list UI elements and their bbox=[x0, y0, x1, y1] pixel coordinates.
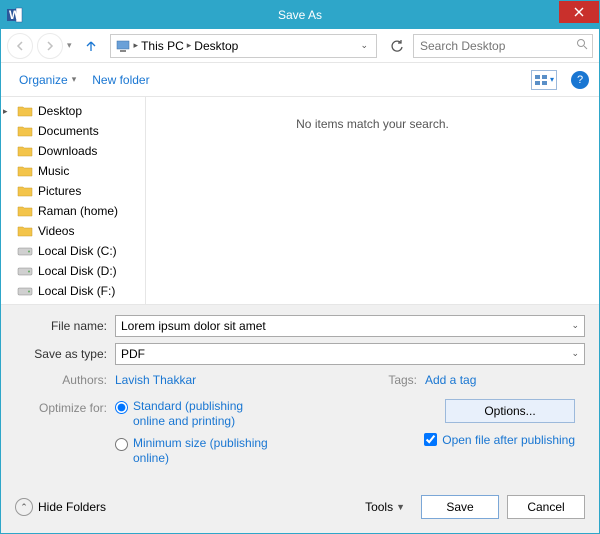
authors-value[interactable]: Lavish Thakkar bbox=[115, 373, 196, 387]
tree-item-label: Pictures bbox=[38, 184, 81, 198]
disk-icon bbox=[17, 263, 33, 279]
tree-item-desktop[interactable]: ▸ Desktop bbox=[1, 101, 145, 121]
tags-label: Tags: bbox=[385, 373, 425, 387]
folder-icon bbox=[17, 123, 33, 139]
arrow-left-icon bbox=[14, 40, 26, 52]
forward-button[interactable] bbox=[37, 33, 63, 59]
chevron-up-icon: ⌃ bbox=[15, 498, 33, 516]
tree-item-label: Local Disk (C:) bbox=[38, 244, 117, 258]
breadcrumb-leaf[interactable]: Desktop bbox=[194, 39, 238, 53]
history-dropdown[interactable]: ▾ bbox=[67, 40, 72, 51]
tree-item-label: Desktop bbox=[38, 104, 82, 118]
breadcrumb-dropdown-icon[interactable]: ⌄ bbox=[356, 40, 372, 51]
breadcrumb-sep-icon: ▸ bbox=[187, 40, 192, 51]
folder-tree[interactable]: ▸ Desktop Documents Downloads Music Pictures R… bbox=[1, 97, 146, 304]
tree-item-label: Local Disk (D:) bbox=[38, 264, 117, 278]
svg-text:W: W bbox=[9, 8, 21, 22]
save-as-dialog: W Save As ▾ ▸ This PC ▸ Desktop ⌄ bbox=[0, 0, 600, 534]
authors-label: Authors: bbox=[15, 373, 115, 387]
toolbar: Organize▾ New folder ▾ ? bbox=[1, 63, 599, 97]
close-icon bbox=[574, 7, 584, 17]
window-title: Save As bbox=[1, 8, 599, 22]
chevron-down-icon[interactable]: ⌄ bbox=[571, 348, 579, 359]
cancel-button[interactable]: Cancel bbox=[507, 495, 585, 519]
body: ▸ Desktop Documents Downloads Music Pictures R… bbox=[1, 97, 599, 304]
tree-item-label: Documents bbox=[38, 124, 99, 138]
radio-minimum-input[interactable] bbox=[115, 438, 128, 451]
tree-item-pictures[interactable]: Pictures bbox=[1, 181, 145, 201]
file-list: No items match your search. bbox=[146, 97, 599, 304]
options-button[interactable]: Options... bbox=[445, 399, 575, 423]
folder-icon bbox=[17, 103, 33, 119]
tree-item-downloads[interactable]: Downloads bbox=[1, 141, 145, 161]
footer: ⌃ Hide Folders Tools▼ Save Cancel bbox=[1, 483, 599, 533]
arrow-up-icon bbox=[84, 39, 98, 53]
tree-item-label: Music bbox=[38, 164, 69, 178]
organize-button[interactable]: Organize▾ bbox=[11, 69, 84, 91]
back-button[interactable] bbox=[7, 33, 33, 59]
tree-item-label: Local Disk (F:) bbox=[38, 284, 115, 298]
tree-item-label: Raman (home) bbox=[38, 204, 118, 218]
radio-standard-input[interactable] bbox=[115, 401, 128, 414]
search-box[interactable] bbox=[413, 34, 593, 58]
help-button[interactable]: ? bbox=[571, 71, 589, 89]
disk-icon bbox=[17, 243, 33, 259]
chevron-down-icon: ▼ bbox=[396, 502, 405, 512]
hide-folders-button[interactable]: ⌃ Hide Folders bbox=[15, 498, 106, 516]
folder-icon bbox=[17, 223, 33, 239]
open-after-label[interactable]: Open file after publishing bbox=[442, 433, 575, 447]
filename-label: File name: bbox=[15, 319, 115, 333]
expand-icon[interactable]: ▸ bbox=[3, 106, 8, 117]
tree-item-raman-home-[interactable]: Raman (home) bbox=[1, 201, 145, 221]
tree-item-music[interactable]: Music bbox=[1, 161, 145, 181]
breadcrumb-sep-icon: ▸ bbox=[134, 40, 139, 51]
titlebar: W Save As bbox=[1, 1, 599, 29]
new-folder-button[interactable]: New folder bbox=[84, 69, 157, 91]
tree-item-local-disk-c-[interactable]: Local Disk (C:) bbox=[1, 241, 145, 261]
tags-value[interactable]: Add a tag bbox=[425, 373, 476, 387]
tree-item-local-disk-d-[interactable]: Local Disk (D:) bbox=[1, 261, 145, 281]
word-icon: W bbox=[1, 1, 29, 29]
tree-item-local-disk-f-[interactable]: Local Disk (F:) bbox=[1, 281, 145, 301]
folder-icon bbox=[17, 143, 33, 159]
tree-item-documents[interactable]: Documents bbox=[1, 121, 145, 141]
tools-button[interactable]: Tools▼ bbox=[365, 500, 405, 514]
radio-standard[interactable]: Standard (publishing online and printing… bbox=[115, 399, 395, 430]
tree-item-label: Downloads bbox=[38, 144, 97, 158]
tree-item-videos[interactable]: Videos bbox=[1, 221, 145, 241]
filename-input[interactable]: Lorem ipsum dolor sit amet⌄ bbox=[115, 315, 585, 337]
chevron-down-icon: ▾ bbox=[550, 75, 554, 84]
saveas-type-select[interactable]: PDF⌄ bbox=[115, 343, 585, 365]
breadcrumb-root[interactable]: This PC bbox=[141, 39, 184, 53]
disk-icon bbox=[17, 283, 33, 299]
save-button[interactable]: Save bbox=[421, 495, 499, 519]
optimize-label: Optimize for: bbox=[15, 399, 115, 473]
folder-icon bbox=[17, 183, 33, 199]
view-mode-button[interactable]: ▾ bbox=[531, 70, 557, 90]
breadcrumb[interactable]: ▸ This PC ▸ Desktop ⌄ bbox=[110, 34, 377, 58]
navigation-bar: ▾ ▸ This PC ▸ Desktop ⌄ bbox=[1, 29, 599, 63]
refresh-icon bbox=[390, 39, 404, 53]
arrow-right-icon bbox=[44, 40, 56, 52]
up-button[interactable] bbox=[80, 35, 102, 57]
chevron-down-icon: ▾ bbox=[72, 74, 77, 85]
tree-item-label: Videos bbox=[38, 224, 74, 238]
saveas-label: Save as type: bbox=[15, 347, 115, 361]
radio-minimum[interactable]: Minimum size (publishing online) bbox=[115, 436, 395, 467]
folder-icon bbox=[17, 163, 33, 179]
chevron-down-icon[interactable]: ⌄ bbox=[571, 320, 579, 331]
empty-message: No items match your search. bbox=[296, 117, 449, 131]
search-input[interactable] bbox=[420, 39, 586, 53]
folder-icon bbox=[17, 203, 33, 219]
pc-icon bbox=[115, 38, 131, 54]
refresh-button[interactable] bbox=[385, 34, 409, 58]
search-icon bbox=[576, 38, 588, 53]
close-button[interactable] bbox=[559, 1, 599, 23]
form-panel: File name: Lorem ipsum dolor sit amet⌄ S… bbox=[1, 304, 599, 483]
open-after-checkbox[interactable] bbox=[424, 433, 437, 446]
view-icon bbox=[534, 74, 548, 86]
